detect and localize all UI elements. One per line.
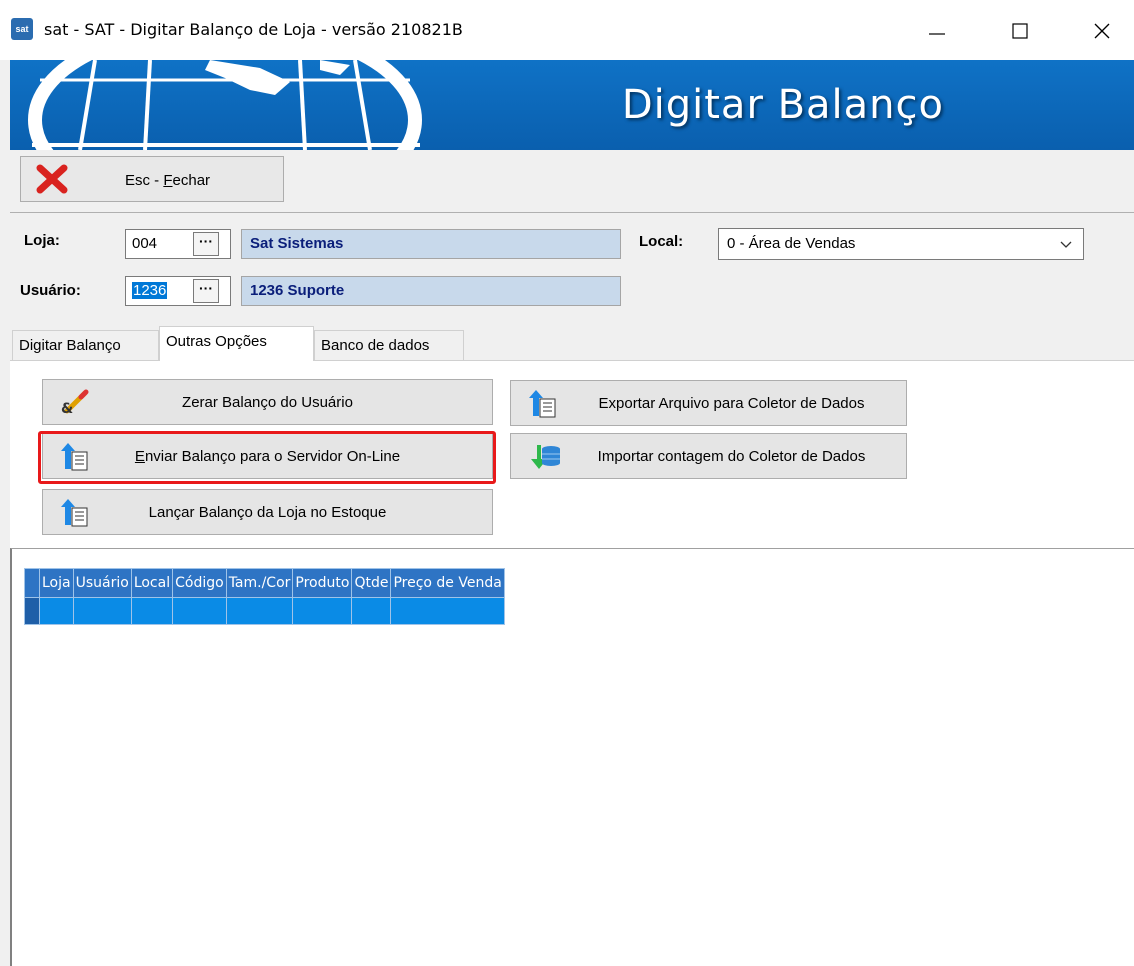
column-header-codigo[interactable]: Código [172, 568, 227, 598]
column-header-local[interactable]: Local [130, 568, 174, 598]
banner-title: Digitar Balanço [621, 82, 944, 128]
tab-digitar-balanco[interactable]: Digitar Balanço [12, 330, 159, 360]
header-banner: Digitar Balanço [10, 60, 1134, 150]
close-window-button[interactable] [1072, 10, 1132, 52]
loja-lookup-button[interactable]: ··· [193, 232, 219, 256]
loja-name-field: Sat Sistemas [241, 229, 621, 259]
highlight-box [38, 431, 496, 484]
grid-cell[interactable] [390, 597, 505, 625]
zerar-balanco-label: Zerar Balanço do Usuário [182, 394, 353, 411]
upload-document-icon [529, 390, 556, 418]
grid-indicator-header [24, 568, 40, 598]
grid-header-row: Loja Usuário Local Código Tam./Cor Produ… [24, 568, 505, 598]
close-button[interactable]: Esc - Fechar [20, 156, 284, 202]
tab-banco-de-dados[interactable]: Banco de dados [314, 330, 464, 360]
usuario-lookup-button[interactable]: ··· [193, 279, 219, 303]
grid-cell[interactable] [292, 597, 353, 625]
balanco-grid[interactable]: Loja Usuário Local Código Tam./Cor Produ… [24, 568, 505, 625]
local-select[interactable]: 0 - Área de Vendas [718, 228, 1084, 260]
column-header-produto[interactable]: Produto [292, 568, 353, 598]
close-label-prefix: Esc - [125, 172, 164, 189]
column-header-usuario[interactable]: Usuário [72, 568, 132, 598]
usuario-name-field: 1236 Suporte [241, 276, 621, 306]
column-header-loja[interactable]: Loja [39, 568, 74, 598]
exportar-arquivo-button[interactable]: Exportar Arquivo para Coletor de Dados [510, 380, 907, 426]
column-header-qtde[interactable]: Qtde [351, 568, 392, 598]
tab-outras-opcoes[interactable]: Outras Opções [159, 326, 314, 361]
grid-cell[interactable] [172, 597, 227, 625]
chevron-down-icon [1060, 241, 1072, 248]
column-header-tam-cor[interactable]: Tam./Cor [225, 568, 294, 598]
usuario-code-selected-text: 1236 [132, 282, 168, 299]
importar-contagem-button[interactable]: Importar contagem do Coletor de Dados [510, 433, 907, 479]
database-import-icon [531, 445, 560, 469]
red-x-icon [36, 164, 68, 194]
local-label: Local: [639, 233, 684, 250]
local-select-value: 0 - Área de Vendas [727, 235, 856, 252]
grid-cell[interactable] [351, 597, 392, 625]
window-title: sat - SAT - Digitar Balanço de Loja - ve… [44, 20, 463, 39]
maximize-button[interactable] [990, 10, 1050, 52]
minimize-icon [929, 33, 945, 35]
toolbar: Esc - Fechar [10, 150, 1134, 213]
zerar-balanco-button[interactable]: & Zerar Balanço do Usuário [42, 379, 493, 425]
maximize-icon [1012, 23, 1028, 39]
loja-label: Loja: [24, 232, 60, 249]
close-label-access-key: F [163, 172, 173, 189]
close-label-rest: echar [172, 172, 211, 189]
table-row[interactable] [24, 597, 505, 625]
row-indicator [24, 597, 40, 625]
grid-cell[interactable] [225, 597, 294, 625]
usuario-label: Usuário: [20, 282, 81, 299]
window-title-bar: sat sat - SAT - Digitar Balanço de Loja … [0, 0, 1134, 60]
grid-cell[interactable] [39, 597, 74, 625]
exportar-arquivo-label: Exportar Arquivo para Coletor de Dados [598, 395, 865, 412]
minimize-button[interactable] [907, 10, 967, 52]
close-icon [1094, 23, 1110, 39]
grid-cell[interactable] [130, 597, 174, 625]
globe-logo-icon [28, 60, 422, 150]
app-icon: sat [11, 18, 33, 40]
lancar-balanco-label: Lançar Balanço da Loja no Estoque [148, 504, 387, 521]
grid-cell[interactable] [72, 597, 132, 625]
lancar-balanco-button[interactable]: Lançar Balanço da Loja no Estoque [42, 489, 493, 535]
importar-contagem-label: Importar contagem do Coletor de Dados [597, 448, 866, 465]
column-header-preco-de-venda[interactable]: Preço de Venda [390, 568, 505, 598]
close-button-label: Esc - Fechar [125, 172, 210, 189]
